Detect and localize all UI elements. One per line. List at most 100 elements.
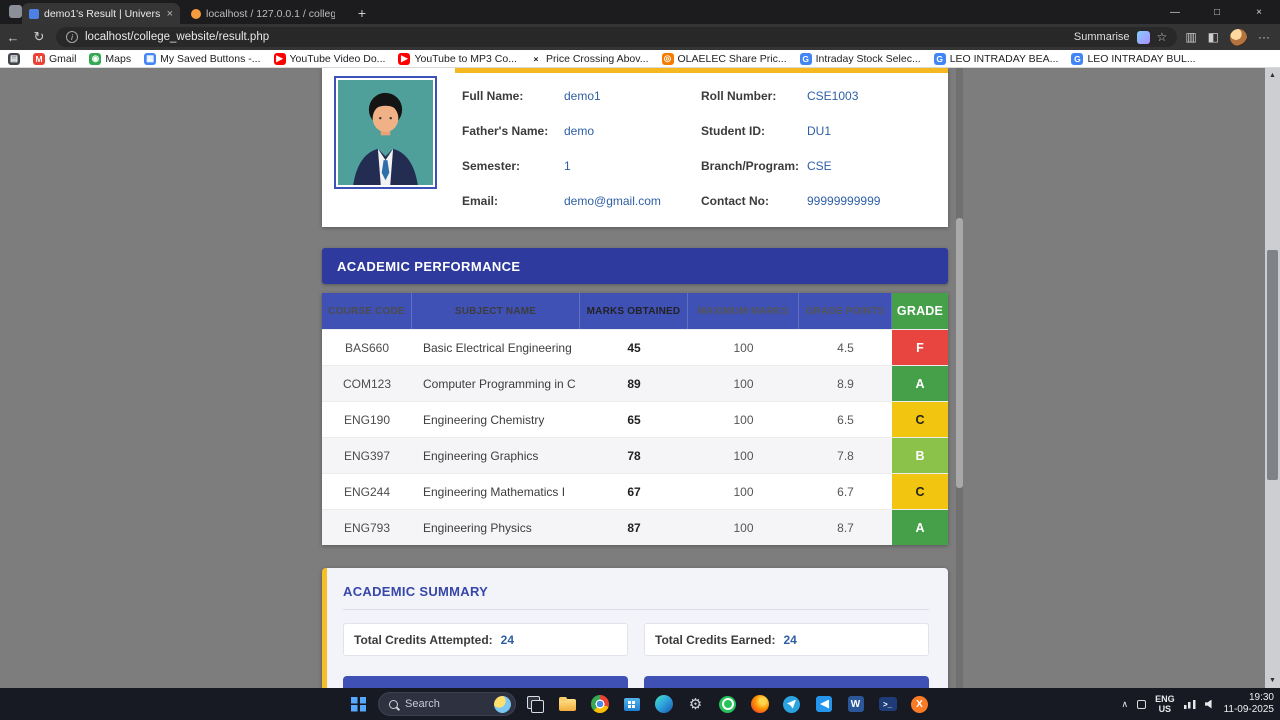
scroll-down-arrow[interactable]: ▼: [1265, 673, 1280, 688]
close-button[interactable]: ×: [1238, 0, 1280, 24]
field-label: Branch/Program:: [701, 159, 807, 173]
column-header: SUBJECT NAME: [412, 293, 580, 329]
volume-icon[interactable]: [1205, 700, 1215, 709]
copilot-icon[interactable]: [1137, 31, 1150, 44]
maximize-button[interactable]: □: [1196, 0, 1238, 24]
gmail-icon: M: [33, 53, 45, 65]
next-section-cards: [343, 676, 929, 688]
network-icon[interactable]: [1184, 700, 1196, 709]
tab-active[interactable]: demo1's Result | University Resul... ×: [22, 3, 180, 24]
browser-toolbar: ← ↻ i localhost/college_website/result.p…: [0, 24, 1280, 50]
refresh-button[interactable]: ↻: [26, 29, 52, 45]
tab-strip: demo1's Result | University Resul... × l…: [0, 0, 1280, 24]
column-header: MAXIMUM MARKS: [688, 293, 799, 329]
bookmark-label: Maps: [105, 53, 131, 65]
field-value: 99999999999: [807, 194, 940, 208]
minimize-button[interactable]: —: [1154, 0, 1196, 24]
new-tab-button[interactable]: +: [352, 3, 372, 23]
tab-inactive[interactable]: localhost / 127.0.0.1 / college_db...: [184, 3, 342, 24]
bookmark-item[interactable]: ▶YouTube Video Do...: [274, 53, 386, 65]
grade-badge: C: [892, 402, 948, 437]
grade-points-cell: 8.9: [799, 366, 892, 401]
table-row: ENG244Engineering Mathematics I671006.7C: [322, 473, 948, 509]
bookmark-item[interactable]: ▦My Saved Buttons -...: [144, 53, 260, 65]
bookmark-item[interactable]: GLEO INTRADAY BUL...: [1071, 53, 1195, 65]
address-bar[interactable]: i localhost/college_website/result.php S…: [56, 27, 1177, 47]
bookmark-item[interactable]: ×Price Crossing Abov...: [530, 53, 649, 65]
language-code: ENG: [1155, 694, 1175, 704]
bookmark-item[interactable]: ◉Maps: [89, 53, 131, 65]
bookmark-label: Price Crossing Abov...: [546, 53, 649, 65]
search-icon: [389, 700, 398, 709]
collections-icon[interactable]: ▥: [1185, 30, 1196, 44]
bookmark-item[interactable]: GIntraday Stock Selec...: [800, 53, 921, 65]
powershell-icon[interactable]: [875, 692, 900, 717]
telegram-icon[interactable]: [779, 692, 804, 717]
taskbar-search[interactable]: Search: [378, 692, 516, 716]
favorite-star-icon[interactable]: ☆: [1157, 30, 1168, 44]
max-marks-cell: 100: [688, 510, 799, 545]
student-info-grid: Full Name:demo1Roll Number:CSE1003Father…: [462, 78, 940, 218]
language-indicator[interactable]: ENG US: [1155, 694, 1175, 715]
extensions-icon[interactable]: ◧: [1208, 30, 1219, 44]
field-label: Full Name:: [462, 89, 564, 103]
marks-cell: 65: [580, 402, 688, 437]
weather-icon[interactable]: [494, 696, 511, 713]
field-label: Email:: [462, 194, 564, 208]
bookmark-item[interactable]: ▶YouTube to MP3 Co...: [398, 53, 517, 65]
field-label: Roll Number:: [701, 89, 807, 103]
profile-avatar[interactable]: [1230, 29, 1247, 46]
course-code-cell: COM123: [322, 366, 412, 401]
bookmark-item[interactable]: GLEO INTRADAY BEA...: [934, 53, 1059, 65]
browser-scrollbar[interactable]: ▲ ▼: [1265, 68, 1280, 688]
whatsapp-icon[interactable]: [715, 692, 740, 717]
section-title: ACADEMIC PERFORMANCE: [337, 259, 521, 274]
field-label: Student ID:: [701, 124, 807, 138]
bookmark-item[interactable]: ▤: [8, 53, 20, 65]
course-code-cell: ENG793: [322, 510, 412, 545]
bookmarks-bar: ▤ MGmail ◉Maps ▦My Saved Buttons -... ▶YouTu…: [0, 50, 1280, 68]
url-text[interactable]: localhost/college_website/result.php: [85, 31, 1067, 43]
sgpa-card-header: [343, 676, 628, 688]
chrome-icon[interactable]: [587, 692, 612, 717]
start-button[interactable]: [346, 692, 371, 717]
summarise-button[interactable]: Summarise: [1074, 31, 1130, 43]
clock[interactable]: 19:30 11-09-2025: [1224, 692, 1274, 717]
max-marks-cell: 100: [688, 438, 799, 473]
bookmark-item[interactable]: MGmail: [33, 53, 76, 65]
browser-scrollbar-thumb[interactable]: [1267, 250, 1278, 480]
tray-chevron-icon[interactable]: ∧: [1121, 699, 1128, 710]
tray-app-icon[interactable]: [1137, 700, 1146, 709]
page-scrollbar[interactable]: [956, 68, 963, 688]
site-info-icon[interactable]: i: [66, 31, 78, 43]
youtube-icon: ▶: [274, 53, 286, 65]
page-scrollbar-thumb[interactable]: [956, 218, 963, 488]
max-marks-cell: 100: [688, 330, 799, 365]
table-row: COM123Computer Programming in C891008.9A: [322, 365, 948, 401]
header-accent-bar: [455, 68, 948, 73]
tab-close-icon[interactable]: ×: [165, 8, 173, 20]
bookmark-item[interactable]: ◎OLAELEC Share Pric...: [662, 53, 787, 65]
summary-label: Total Credits Earned:: [655, 633, 775, 647]
store-icon[interactable]: [619, 692, 644, 717]
marks-cell: 67: [580, 474, 688, 509]
vscode-icon[interactable]: [811, 692, 836, 717]
field-value: demo1: [564, 89, 701, 103]
grade-badge: F: [892, 330, 948, 365]
tray-date: 11-09-2025: [1224, 704, 1274, 717]
word-icon[interactable]: [843, 692, 868, 717]
file-explorer-icon[interactable]: [555, 692, 580, 717]
browser-menu-button[interactable]: ···: [1258, 30, 1270, 44]
summary-value: 24: [501, 633, 514, 647]
region-code: US: [1155, 704, 1175, 714]
xampp-icon[interactable]: [907, 692, 932, 717]
firefox-icon[interactable]: [747, 692, 772, 717]
back-button[interactable]: ←: [0, 30, 26, 45]
task-view-icon[interactable]: [523, 692, 548, 717]
table-row: ENG190Engineering Chemistry651006.5C: [322, 401, 948, 437]
settings-icon[interactable]: [683, 692, 708, 717]
scroll-up-arrow[interactable]: ▲: [1265, 68, 1280, 83]
edge-icon[interactable]: [651, 692, 676, 717]
bookmark-label: OLAELEC Share Pric...: [678, 53, 787, 65]
grade-points-cell: 6.7: [799, 474, 892, 509]
